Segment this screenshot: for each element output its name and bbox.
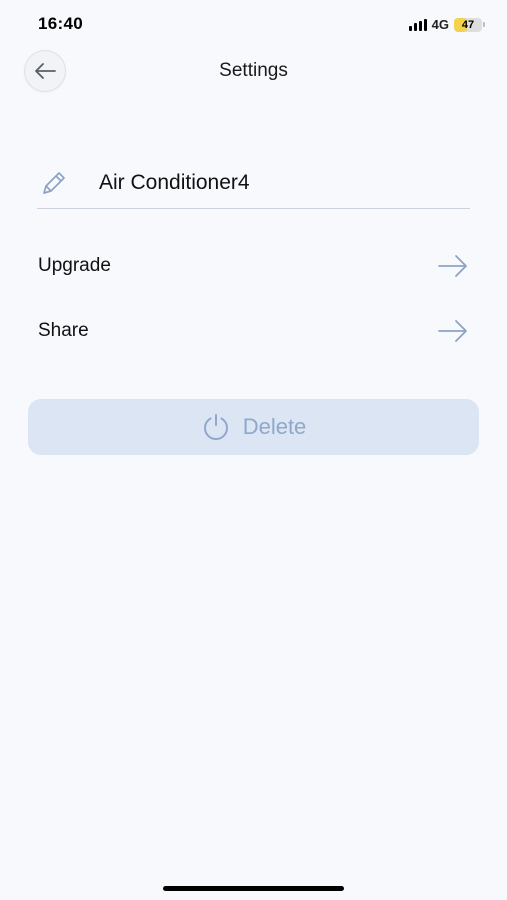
signal-strength-icon xyxy=(408,18,427,31)
menu-item-label: Share xyxy=(38,320,89,341)
status-indicators: 4G 47 xyxy=(408,17,485,32)
pencil-icon[interactable] xyxy=(39,168,69,198)
network-type: 4G xyxy=(431,17,449,32)
home-indicator[interactable] xyxy=(163,886,344,891)
battery-percentage: 47 xyxy=(461,18,475,31)
status-bar: 16:40 4G 47 xyxy=(0,0,507,48)
nav-bar: Settings xyxy=(0,48,507,94)
menu-item-label: Upgrade xyxy=(38,255,111,276)
power-icon xyxy=(203,414,228,440)
device-name: Air Conditioner4 xyxy=(99,171,250,194)
arrow-right-icon xyxy=(438,320,467,342)
delete-label: Delete xyxy=(242,414,307,439)
arrow-right-icon xyxy=(438,255,467,277)
status-time: 16:40 xyxy=(38,14,83,33)
delete-button[interactable]: Delete xyxy=(28,399,479,455)
menu-item-share[interactable]: Share xyxy=(37,309,470,353)
device-name-field[interactable]: Air Conditioner4 xyxy=(37,160,470,209)
battery-icon: 47 xyxy=(454,17,485,32)
menu-item-upgrade[interactable]: Upgrade xyxy=(37,244,470,288)
page-title: Settings xyxy=(219,60,288,81)
